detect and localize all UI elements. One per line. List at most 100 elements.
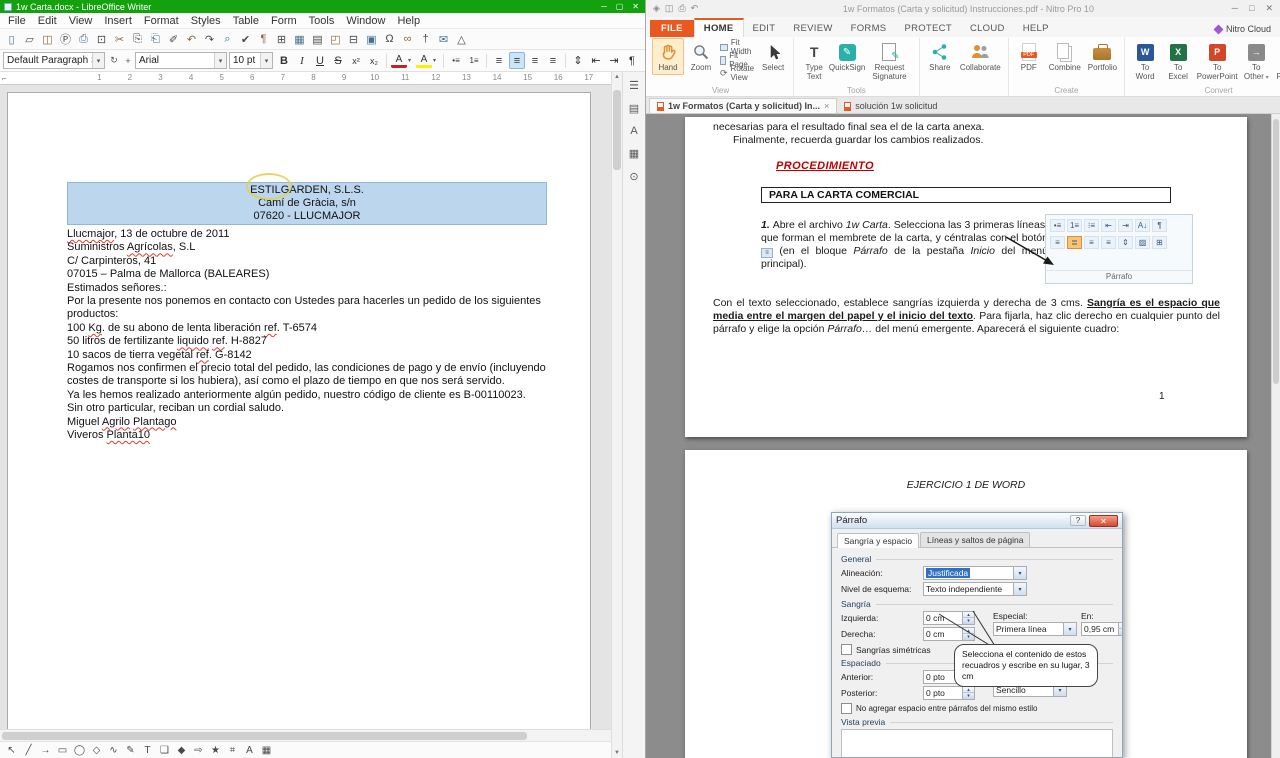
paste-icon[interactable]: ⎗ xyxy=(147,31,164,48)
tab-home[interactable]: HOME xyxy=(694,18,744,37)
undo-icon[interactable]: ↶ xyxy=(183,31,200,48)
print-preview-icon[interactable]: ⊡ xyxy=(93,31,110,48)
save-icon[interactable]: ◫ xyxy=(39,31,56,48)
rectangle-icon[interactable]: ▭ xyxy=(55,743,70,757)
pdf-scrollbar-thumb[interactable] xyxy=(1273,119,1279,384)
fontwork-icon[interactable]: A xyxy=(242,743,257,757)
freeform-icon[interactable]: ✎ xyxy=(123,743,138,757)
rotate-view-button[interactable]: Rotate View xyxy=(718,67,756,79)
tab-edit[interactable]: EDIT xyxy=(744,20,785,37)
properties-icon[interactable]: ▤ xyxy=(629,102,639,115)
align-left-button[interactable]: ≡ xyxy=(491,52,507,69)
writer-titlebar[interactable]: 1w Carta.docx - LibreOffice Writer ─ ▢ ✕ xyxy=(0,0,645,13)
selected-letterhead[interactable]: ESTILGARDEN, S.L.S. Camí de Gràcia, s/n … xyxy=(67,182,547,225)
menu-item[interactable]: File xyxy=(2,13,32,29)
close-tab-icon[interactable]: × xyxy=(824,101,829,111)
select-icon[interactable]: ↖ xyxy=(4,743,19,757)
bullet-list-button[interactable]: •≡ xyxy=(448,52,464,69)
vertical-scrollbar[interactable]: ▲ ▼ xyxy=(611,72,622,758)
new-document-icon[interactable]: ▯ xyxy=(3,31,20,48)
polygon-icon[interactable]: ◇ xyxy=(89,743,104,757)
tab-help[interactable]: HELP xyxy=(1014,20,1058,37)
undo-icon[interactable]: ↶ xyxy=(691,3,699,14)
letter-text[interactable]: ESTILGARDEN, S.L.S. Camí de Gràcia, s/n … xyxy=(67,182,547,443)
block-arrows-icon[interactable]: ⇨ xyxy=(191,743,206,757)
scroll-up-icon[interactable]: ▲ xyxy=(612,74,622,80)
pdf-viewer-area[interactable]: necesarias para el resultado final sea e… xyxy=(646,114,1280,758)
print-icon[interactable]: ⎙ xyxy=(75,31,92,48)
to-word-button[interactable]: To Word xyxy=(1129,38,1161,84)
nitro-logo-icon[interactable]: ◈ xyxy=(653,3,660,14)
save-icon[interactable]: ◫ xyxy=(665,3,674,14)
close-button[interactable]: ✕ xyxy=(1265,3,1273,14)
line-icon[interactable]: ╱ xyxy=(21,743,36,757)
hand-tool-button[interactable]: Hand xyxy=(652,38,684,75)
tab-stop-icon[interactable]: ⌐ xyxy=(2,74,7,83)
align-center-button[interactable]: ≡ xyxy=(509,52,525,69)
bold-button[interactable]: B xyxy=(276,52,292,69)
to-pdfa-button[interactable]: To PDF/A xyxy=(1273,38,1280,84)
vertical-scrollbar-thumb[interactable] xyxy=(613,90,621,170)
document-tab-active[interactable]: 1w Formatos (Carta y solicitud) In... × xyxy=(649,98,837,113)
request-signature-button[interactable]: Request Signature xyxy=(864,38,915,84)
menu-item[interactable]: Help xyxy=(391,13,426,29)
underline-button[interactable]: U xyxy=(312,52,328,69)
page-break-icon[interactable]: ⊟ xyxy=(345,31,362,48)
footnote-icon[interactable]: † xyxy=(417,31,434,48)
minimize-button[interactable]: ─ xyxy=(1232,3,1238,14)
horizontal-scrollbar-thumb[interactable] xyxy=(2,732,527,740)
decrease-indent-button[interactable]: ⇤ xyxy=(588,52,604,69)
export-pdf-icon[interactable]: Ⓟ xyxy=(57,31,74,48)
nitro-titlebar[interactable]: ◈◫⎙↶ 1w Formatos (Carta y solicitud) Ins… xyxy=(646,0,1280,17)
paragraph-style-select[interactable]: Default Paragraph Style xyxy=(3,52,105,69)
pdf-page-2[interactable]: EJERCICIO 1 DE WORD Párrafo Sangría y es… xyxy=(685,450,1247,758)
insert-image-icon[interactable]: ▦ xyxy=(291,31,308,48)
chevron-down-icon[interactable]: ▾ xyxy=(433,57,440,64)
tab-file[interactable]: FILE xyxy=(650,20,694,37)
minimize-button[interactable]: ─ xyxy=(601,0,607,13)
tab-cloud[interactable]: CLOUD xyxy=(961,20,1014,37)
nitro-cloud-button[interactable]: Nitro Cloud xyxy=(1215,24,1280,37)
menu-item[interactable]: Format xyxy=(138,13,185,29)
document-tab[interactable]: solución 1w solicitud xyxy=(837,99,944,113)
type-text-button[interactable]: Type Text xyxy=(798,38,830,84)
tab-forms[interactable]: FORMS xyxy=(842,20,896,37)
sidebar-settings-icon[interactable]: ☰ xyxy=(629,79,639,92)
insert-frame-icon[interactable]: ▦ xyxy=(259,743,274,757)
chevron-down-icon[interactable]: ▾ xyxy=(408,57,415,64)
scroll-down-icon[interactable]: ▼ xyxy=(612,750,622,756)
insert-field-icon[interactable]: ▣ xyxy=(363,31,380,48)
to-powerpoint-button[interactable]: To PowerPoint xyxy=(1195,38,1239,84)
menu-item[interactable]: Tools xyxy=(303,13,341,29)
close-button[interactable]: ✕ xyxy=(632,0,639,13)
ellipse-icon[interactable]: ◯ xyxy=(72,743,87,757)
open-icon[interactable]: ▱ xyxy=(21,31,38,48)
clone-formatting-icon[interactable]: ✐ xyxy=(165,31,182,48)
comment-icon[interactable]: ✉ xyxy=(435,31,452,48)
maximize-button[interactable]: □ xyxy=(1249,3,1254,14)
gallery-icon[interactable]: ▦ xyxy=(629,147,639,160)
font-name-select[interactable]: Arial xyxy=(135,52,227,69)
portfolio-button[interactable]: Portfolio xyxy=(1085,38,1120,75)
spelling-icon[interactable]: ✔ xyxy=(237,31,254,48)
strikethrough-button[interactable]: S xyxy=(330,52,346,69)
chevron-down-icon[interactable] xyxy=(214,53,226,68)
zoom-tool-button[interactable]: Zoom xyxy=(685,38,717,75)
line-spacing-button[interactable]: ⇕ xyxy=(570,52,586,69)
maximize-button[interactable]: ▢ xyxy=(616,0,624,13)
subscript-button[interactable]: x₂ xyxy=(366,52,382,69)
writer-ruler[interactable]: ⌐ 1234567891011121314151617 xyxy=(0,72,611,85)
collaborate-button[interactable]: Collaborate xyxy=(957,38,1004,75)
cut-icon[interactable]: ✂ xyxy=(111,31,128,48)
combine-button[interactable]: Combine xyxy=(1046,38,1084,75)
menu-item[interactable]: Styles xyxy=(185,13,227,29)
letter-body[interactable]: Llucmajor, 13 de octubre de 2011Suminist… xyxy=(67,228,547,443)
highlight-color-button[interactable]: A xyxy=(416,53,432,68)
select-tool-button[interactable]: Select xyxy=(757,38,789,75)
pdf-vertical-scrollbar[interactable] xyxy=(1271,114,1280,758)
update-style-button[interactable]: ↻ xyxy=(107,53,121,69)
font-size-select[interactable]: 10 pt xyxy=(229,52,273,69)
curve-icon[interactable]: ∿ xyxy=(106,743,121,757)
quicksign-button[interactable]: QuickSign xyxy=(831,38,863,75)
to-excel-button[interactable]: To Excel xyxy=(1162,38,1194,84)
